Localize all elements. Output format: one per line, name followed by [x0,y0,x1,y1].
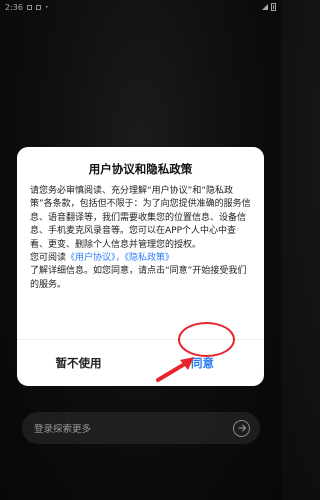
user-agreement-link[interactable]: 《用户协议》 [66,253,116,263]
dialog-body: 请您务必审慎阅读、充分理解“用户协议”和“隐私政策”各条款，包括但不限于：为了向… [30,185,252,292]
dialog-paragraph-links: 您可阅读《用户协议》，《隐私政策》了解详细信息。如您同意，请点击“同意”开始接受… [30,252,252,292]
dialog-paragraph-terms: 请您务必审慎阅读、充分理解“用户协议”和“隐私政策”各条款，包括但不限于：为了向… [30,186,251,250]
link-separator: ， [115,253,125,264]
login-search-bar[interactable]: 登录探索更多 [22,412,260,444]
read-prefix: 您可阅读 [30,253,67,264]
dialog-title: 用户协议和隐私政策 [88,162,193,176]
arrow-right-icon[interactable] [233,419,250,437]
read-suffix: 了解详细信息。如您同意，请点击“同意”开始接受我们的服务。 [30,266,247,290]
annotation-arrow-icon [156,357,194,382]
decline-button[interactable]: 暂不使用 [17,339,140,386]
privacy-policy-link[interactable]: 《隐私政策》 [125,253,175,263]
search-placeholder: 登录探索更多 [34,424,92,435]
